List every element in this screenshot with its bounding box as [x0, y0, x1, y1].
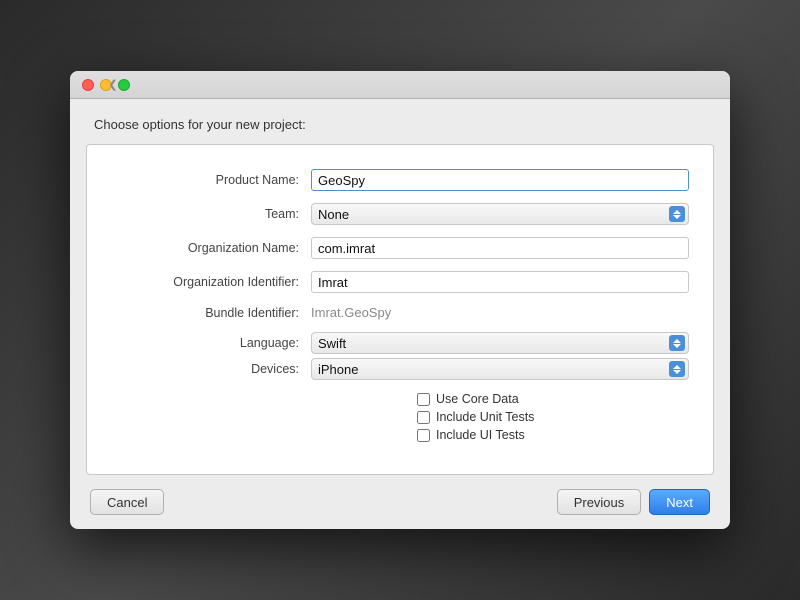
- bundle-id-label: Bundle Identifier:: [111, 306, 311, 320]
- org-id-input[interactable]: [311, 271, 689, 293]
- include-ui-tests-checkbox[interactable]: [417, 429, 430, 442]
- bundle-id-value: Imrat.GeoSpy: [311, 305, 689, 320]
- team-label: Team:: [111, 207, 311, 221]
- team-select-wrapper: None: [311, 203, 689, 225]
- product-name-row: Product Name:: [87, 169, 713, 191]
- cancel-button[interactable]: Cancel: [90, 489, 164, 515]
- form-panel: Product Name: Team: None Organization Na…: [86, 144, 714, 475]
- dialog-title: Choose options for your new project:: [94, 117, 306, 132]
- language-select-wrapper: Swift: [311, 332, 689, 354]
- titlebar: ❮: [70, 71, 730, 99]
- product-name-input[interactable]: [311, 169, 689, 191]
- include-unit-tests-label[interactable]: Include Unit Tests: [436, 410, 534, 424]
- include-ui-tests-row: Include UI Tests: [417, 428, 525, 442]
- devices-label: Devices:: [111, 362, 311, 376]
- previous-button[interactable]: Previous: [557, 489, 642, 515]
- back-chevron-icon[interactable]: ❮: [106, 78, 120, 92]
- team-row: Team: None: [87, 203, 713, 225]
- product-name-label: Product Name:: [111, 173, 311, 187]
- language-label: Language:: [111, 336, 311, 350]
- language-select[interactable]: Swift: [311, 332, 689, 354]
- dialog-window: ❮ Choose options for your new project: P…: [70, 71, 730, 529]
- footer-right-buttons: Previous Next: [557, 489, 710, 515]
- org-name-row: Organization Name:: [87, 237, 713, 259]
- close-button[interactable]: [82, 79, 94, 91]
- use-core-data-row: Use Core Data: [417, 392, 519, 406]
- devices-row: Devices: iPhone: [87, 358, 713, 380]
- use-core-data-checkbox[interactable]: [417, 393, 430, 406]
- devices-select[interactable]: iPhone: [311, 358, 689, 380]
- next-button[interactable]: Next: [649, 489, 710, 515]
- org-id-label: Organization Identifier:: [111, 275, 311, 289]
- org-name-input[interactable]: [311, 237, 689, 259]
- include-unit-tests-checkbox[interactable]: [417, 411, 430, 424]
- dialog-footer: Cancel Previous Next: [70, 475, 730, 529]
- include-ui-tests-label[interactable]: Include UI Tests: [436, 428, 525, 442]
- use-core-data-label[interactable]: Use Core Data: [436, 392, 519, 406]
- language-row: Language: Swift: [87, 332, 713, 354]
- devices-select-wrapper: iPhone: [311, 358, 689, 380]
- org-name-label: Organization Name:: [111, 241, 311, 255]
- bundle-id-row: Bundle Identifier: Imrat.GeoSpy: [87, 305, 713, 320]
- dialog-header: Choose options for your new project:: [70, 99, 730, 144]
- include-unit-tests-row: Include Unit Tests: [417, 410, 534, 424]
- team-select[interactable]: None: [311, 203, 689, 225]
- checkbox-group: Use Core Data Include Unit Tests Include…: [87, 392, 713, 442]
- org-id-row: Organization Identifier:: [87, 271, 713, 293]
